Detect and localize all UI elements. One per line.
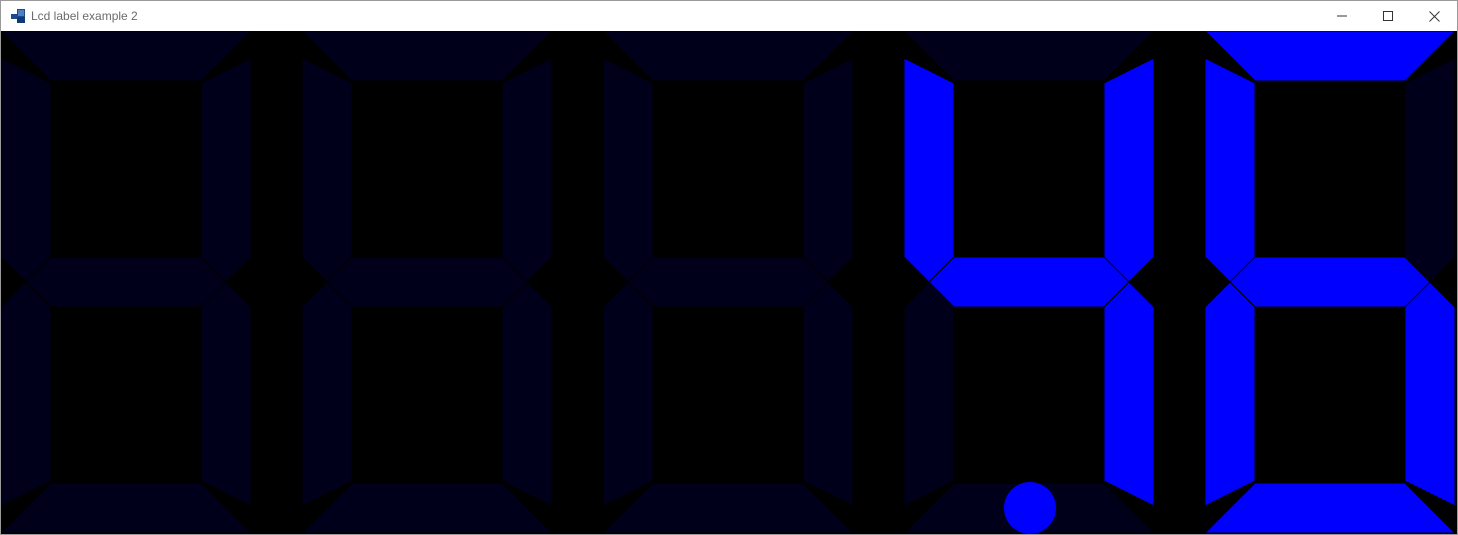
lcd-digit-2-segment-e [301, 281, 353, 507]
lcd-digit-3-segment-b [802, 57, 854, 283]
lcd-digit-4-segment-a [903, 31, 1155, 82]
lcd-digit-3-segment-a [602, 31, 854, 82]
lcd-digit-2-segment-b [501, 57, 553, 283]
lcd-digit-2-segment-a [301, 31, 553, 82]
lcd-digit-5-segment-c [1404, 281, 1456, 507]
lcd-digit-5-segment-a [1204, 31, 1456, 82]
lcd-digit-3-segment-d [601, 482, 855, 534]
maximize-button[interactable] [1365, 1, 1411, 31]
lcd-digit-1-segment-d [1, 482, 253, 534]
window-title: Lcd label example 2 [31, 9, 138, 23]
lcd-digit-4-segment-b [1103, 57, 1155, 283]
lcd-decimal-point [1004, 482, 1056, 534]
lcd-digit-1-segment-c [200, 281, 252, 507]
lcd-digit-3-segment-g [627, 256, 829, 308]
lcd-digit-3-segment-c [802, 281, 854, 507]
lcd-digit-1-segment-e [1, 281, 52, 507]
lcd-digit-2-segment-f [301, 57, 353, 283]
maximize-icon [1383, 11, 1393, 21]
close-button[interactable] [1411, 1, 1457, 31]
title-bar[interactable]: Lcd label example 2 [1, 1, 1457, 31]
lcd-digit-4-segment-e [903, 281, 955, 507]
lcd-digit-1-segment-f [1, 57, 52, 283]
lcd-canvas [1, 31, 1457, 534]
lcd-digit-5-segment-d [1203, 482, 1457, 534]
lcd-digit-2-segment-g [326, 256, 528, 308]
app-icon [11, 9, 25, 23]
lcd-digit-1-segment-b [200, 57, 252, 283]
lcd-digit-3-segment-e [602, 281, 654, 507]
lcd-digit-5-segment-f [1204, 57, 1256, 283]
close-icon [1428, 10, 1440, 22]
lcd-digit-1-segment-a [1, 31, 252, 82]
lcd-digit-5-segment-g [1229, 256, 1431, 308]
lcd-digit-4-segment-f [903, 57, 955, 283]
minimize-icon [1337, 15, 1347, 17]
lcd-digit-3-segment-f [602, 57, 654, 283]
lcd-digit-5-segment-b [1404, 57, 1456, 283]
lcd-digit-2-segment-c [501, 281, 553, 507]
app-window: Lcd label example 2 [0, 0, 1458, 535]
minimize-button[interactable] [1319, 1, 1365, 31]
lcd-digit-2-segment-d [300, 482, 554, 534]
lcd-digit-5-segment-e [1204, 281, 1256, 507]
lcd-display [1, 31, 1457, 534]
lcd-digit-4-segment-g [928, 256, 1130, 308]
lcd-digit-4-segment-c [1103, 281, 1155, 507]
lcd-digit-1-segment-g [25, 256, 227, 308]
